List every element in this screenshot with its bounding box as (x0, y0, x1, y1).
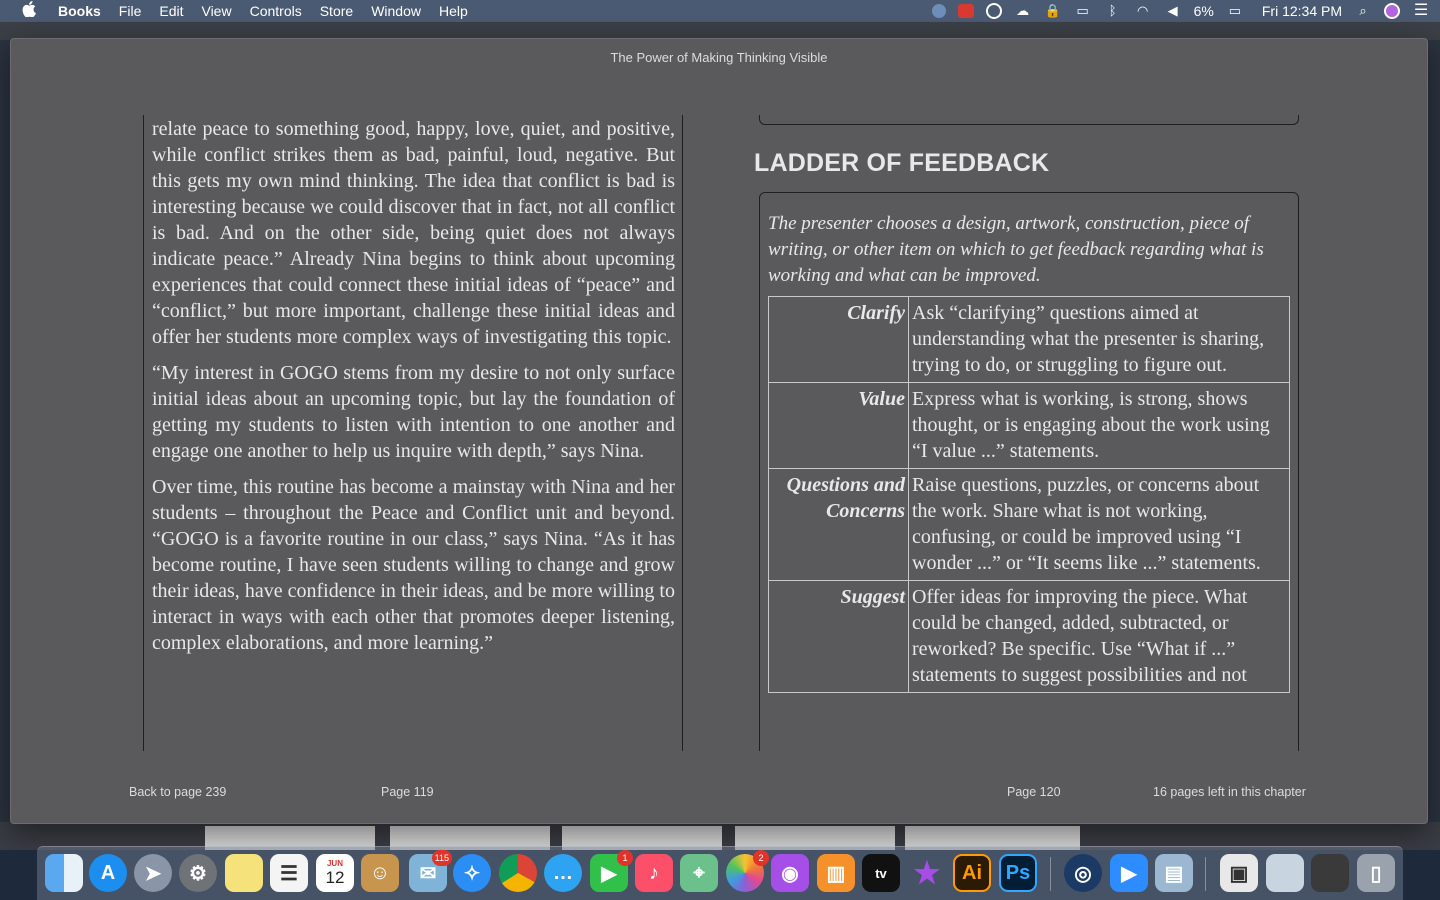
calendar-month: JUN (326, 858, 343, 868)
left-page: relate peace to something good, happy, l… (143, 115, 683, 751)
right-page: LADDER OF FEEDBACK The presenter chooses… (751, 115, 1307, 751)
chrome-icon[interactable] (499, 854, 537, 892)
finder-icon[interactable] (45, 854, 83, 892)
step-term: Clarify (768, 296, 909, 383)
status-extension-icon[interactable] (957, 4, 974, 18)
body-paragraph: relate peace to something good, happy, l… (152, 118, 675, 348)
battery-percent[interactable]: 6% (1194, 3, 1214, 19)
volume-icon[interactable]: ◀ (1164, 3, 1182, 19)
menu-bar: Books File Edit View Controls Store Wind… (0, 0, 1440, 22)
podcasts-icon[interactable]: ◉ (771, 854, 809, 892)
trash-icon[interactable]: ▯ (1357, 854, 1395, 892)
box-intro: The presenter chooses a design, artwork,… (768, 213, 1264, 286)
notes-icon[interactable] (225, 854, 263, 892)
menu-books[interactable]: Books (54, 0, 110, 22)
system-preferences-icon[interactable]: ⚙ (179, 854, 217, 892)
bluetooth-icon[interactable]: ᛒ (1104, 3, 1122, 19)
facetime-icon[interactable]: ▶ 1 (590, 850, 633, 892)
zoom-icon[interactable]: ▶ (1110, 854, 1148, 892)
table-row: Questions and Concerns Raise questions, … (768, 468, 1290, 581)
mail-icon[interactable]: ✉ 115 (409, 850, 452, 892)
maps-icon[interactable]: ⌖ (680, 854, 718, 892)
menu-store[interactable]: Store (311, 0, 362, 22)
menu-controls[interactable]: Controls (241, 0, 311, 22)
status-app-icon[interactable] (931, 4, 946, 18)
siri-icon[interactable] (1384, 3, 1400, 19)
lock-icon[interactable]: 🔒 (1044, 3, 1062, 19)
apple-menu-icon[interactable] (18, 1, 40, 21)
photoshop-icon[interactable]: Ps (999, 854, 1037, 892)
book-reader-window: The Power of Making Thinking Visible rel… (10, 38, 1428, 824)
photoshop-label: Ps (1005, 861, 1031, 884)
screenshot-icon[interactable]: ▣ (1220, 854, 1258, 892)
section-heading: LADDER OF FEEDBACK (754, 149, 1050, 177)
tv-label: tv (875, 865, 887, 881)
books-icon[interactable]: ▥ (817, 854, 855, 892)
notification-center-icon[interactable]: ☰ (1412, 3, 1430, 19)
table-row: Clarify Ask “clarifying” questions aimed… (768, 296, 1290, 383)
dock-separator (1050, 857, 1051, 891)
menu-window[interactable]: Window (362, 0, 430, 22)
imovie-star-icon[interactable]: ★ (908, 854, 946, 892)
wifi-icon[interactable]: ◠ (1134, 3, 1152, 19)
right-page-number: Page 120 (1007, 785, 1061, 799)
launchpad-icon[interactable]: ➤ (134, 854, 172, 892)
calendar-icon[interactable]: JUN 12 (316, 854, 354, 892)
window-title: The Power of Making Thinking Visible (610, 50, 828, 65)
body-paragraph: “My interest in GOGO stems from my desir… (152, 362, 675, 462)
menu-clock[interactable]: Fri 12:34 PM (1262, 3, 1342, 19)
body-paragraph: Over time, this routine has become a mai… (152, 476, 675, 654)
facetime-badge: 1 (617, 850, 633, 866)
airplay-icon[interactable]: ▭ (1074, 3, 1092, 19)
menu-help[interactable]: Help (430, 0, 477, 22)
step-term: Value (768, 382, 909, 469)
step-term: Suggest (768, 580, 909, 693)
apple-tv-icon[interactable]: tv (862, 854, 900, 892)
status-cloud-icon[interactable]: ☁ (1014, 3, 1032, 19)
step-description: Express what is working, is strong, show… (908, 382, 1290, 469)
step-description: Ask “clarifying” questions aimed at unde… (908, 296, 1290, 383)
steps-table: Clarify Ask “clarifying” questions aimed… (768, 296, 1290, 693)
messages-icon[interactable]: … (544, 854, 582, 892)
dock-separator (1205, 857, 1206, 891)
window-thumbnail-icon[interactable] (1266, 854, 1304, 892)
search-icon[interactable]: ⌕ (1354, 3, 1372, 19)
step-term: Questions and Concerns (768, 468, 909, 581)
menu-edit[interactable]: Edit (150, 0, 192, 22)
illustrator-icon[interactable]: Ai (953, 854, 991, 892)
step-description: Offer ideas for improving the piece. Wha… (908, 580, 1290, 693)
table-row: Value Express what is working, is strong… (768, 382, 1290, 469)
back-to-page-link[interactable]: Back to page 239 (129, 785, 226, 799)
reminders-icon[interactable]: ☰ (270, 854, 308, 892)
dock: A ➤ ⚙ ☰ JUN 12 ☺ ✉ 115 ✧ … ▶ 1 ♪ ⌖ 2 ◉ ▥… (37, 846, 1403, 900)
previous-box-border (759, 115, 1299, 125)
left-page-number: Page 119 (381, 785, 434, 799)
preview-icon[interactable]: ▤ (1155, 854, 1193, 892)
illustrator-label: Ai (962, 861, 982, 884)
mail-badge: 115 (431, 850, 452, 866)
status-upload-icon[interactable] (985, 3, 1002, 19)
music-icon[interactable]: ♪ (635, 854, 673, 892)
photos-icon[interactable]: 2 (726, 850, 769, 892)
photos-badge: 2 (753, 850, 769, 866)
ladder-of-feedback-box: The presenter chooses a design, artwork,… (759, 192, 1299, 751)
battery-icon[interactable]: ▭ (1226, 3, 1244, 19)
safari-icon[interactable]: ✧ (453, 854, 491, 892)
pages-left-indicator: 16 pages left in this chapter (1153, 785, 1306, 799)
table-row: Suggest Offer ideas for improving the pi… (768, 580, 1290, 693)
calendar-day: 12 (325, 867, 345, 887)
menu-file[interactable]: File (110, 0, 151, 22)
chrome-window-thumbnail-icon[interactable] (1311, 854, 1349, 892)
status-area: ☁ 🔒 ▭ ᛒ ◠ ◀ 6% ▭ Fri 12:34 PM ⌕ ☰ (931, 0, 1430, 22)
search-app-icon[interactable]: ◎ (1064, 854, 1102, 892)
step-description: Raise questions, puzzles, or concerns ab… (908, 468, 1290, 581)
app-store-icon[interactable]: A (89, 854, 127, 892)
contacts-icon[interactable]: ☺ (361, 854, 399, 892)
menu-view[interactable]: View (192, 0, 240, 22)
